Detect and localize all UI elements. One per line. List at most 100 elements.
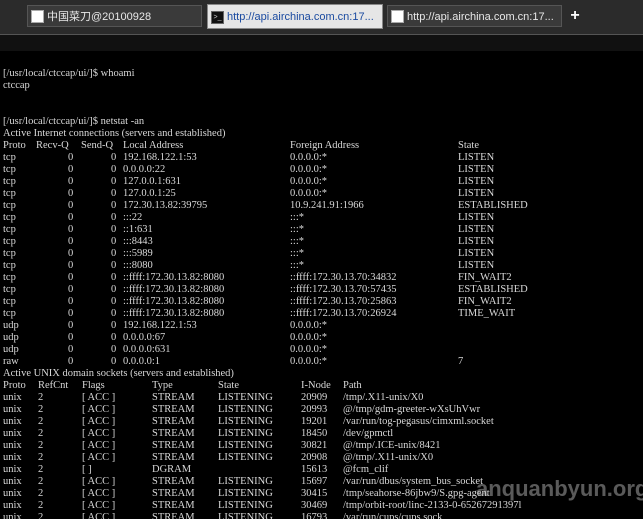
terminal-output[interactable]: [/usr/local/ctccap/ui/]$ whoami ctccap [/u… — [3, 56, 640, 519]
cell: 0 — [68, 176, 74, 187]
cell: 0 — [68, 344, 74, 355]
cell: udp — [3, 344, 19, 355]
cell: LISTENING — [218, 500, 273, 511]
cell: 0 — [68, 308, 74, 319]
cell: LISTEN — [458, 176, 495, 187]
cell: 0 — [68, 224, 74, 235]
inet-row: tcp 0 0::ffff:172.30.13.82:8080::ffff:172.… — [3, 272, 640, 284]
cell: ::ffff:172.30.13.82:8080 — [123, 296, 225, 307]
cell: unix — [3, 392, 22, 403]
cell: @fcm_clif — [343, 464, 389, 475]
cell: 0 — [68, 272, 74, 283]
cell: LISTENING — [218, 416, 273, 427]
tab-api-terminal[interactable]: >_ http://api.airchina.com.cn:17... — [207, 4, 383, 29]
cell: tcp — [3, 200, 16, 211]
cell: STREAM — [152, 416, 195, 427]
cell: 0.0.0.0:* — [290, 164, 328, 175]
tab-caidao[interactable]: 中国菜刀@20100928 — [27, 5, 202, 27]
cell: tcp — [3, 212, 16, 223]
cell: unix — [3, 416, 22, 427]
cell: LISTEN — [458, 236, 495, 247]
cell: LISTENING — [218, 404, 273, 415]
cell: 0.0.0.0:* — [290, 320, 328, 331]
tab-api-second[interactable]: http://api.airchina.com.cn:17... — [387, 5, 562, 27]
cell: 0.0.0.0:* — [290, 356, 328, 367]
cell: 0 — [111, 308, 117, 319]
cell: 192.168.122.1:53 — [123, 320, 197, 331]
inet-row: tcp 0 0 0.0.0.0:22 0.0.0.0:* LISTEN — [3, 164, 640, 176]
cell: FIN_WAIT2 — [458, 272, 512, 283]
cell: unix — [3, 404, 22, 415]
cell: LISTENING — [218, 512, 273, 519]
tab-label: http://api.airchina.com.cn:17... — [227, 11, 374, 23]
cell: 0 — [68, 296, 74, 307]
cell: /tmp/.X11-unix/X0 — [343, 392, 424, 403]
cell: LISTENING — [218, 476, 273, 487]
cell: FIN_WAIT2 — [458, 296, 512, 307]
cell: Flags — [82, 380, 105, 391]
cell: [ ACC ] — [82, 452, 116, 463]
cell: Recv-Q — [36, 140, 69, 151]
cell: 2 — [38, 452, 44, 463]
cell: 20909 — [301, 392, 328, 403]
watermark: anquanbyun.org — [476, 476, 643, 501]
cell: 0.0.0.0:22 — [123, 164, 166, 175]
cell: 20993 — [301, 404, 328, 415]
cell: udp — [3, 332, 19, 343]
cell: LISTENING — [218, 488, 273, 499]
cell: ::ffff:172.30.13.82:8080 — [123, 308, 225, 319]
cell: unix — [3, 488, 22, 499]
inet-row: udp 0 0 0.0.0.0:67 0.0.0.0:* — [3, 332, 640, 344]
whoami-output: ctccap — [3, 80, 30, 91]
cell: 2 — [38, 464, 44, 475]
cell: /var/run/cups/cups.sock — [343, 512, 443, 519]
cell: [ ACC ] — [82, 440, 116, 451]
cell: 0.0.0.0:1 — [123, 356, 161, 367]
cell: 0 — [68, 236, 74, 247]
cell: 7 — [458, 356, 464, 367]
cell: 0.0.0.0:* — [290, 188, 328, 199]
cell: LISTENING — [218, 452, 273, 463]
cell: 0 — [68, 200, 74, 211]
cell: :::* — [290, 236, 305, 247]
cell: I-Node — [301, 380, 331, 391]
cell: :::8443 — [123, 236, 153, 247]
cell: LISTENING — [218, 440, 273, 451]
inet-row: tcp 0 0:::22:::* LISTEN — [3, 212, 640, 224]
cell: tcp — [3, 272, 16, 283]
cell: tcp — [3, 188, 16, 199]
cell: 19201 — [301, 416, 328, 427]
cell: LISTENING — [218, 392, 273, 403]
cell: 0 — [111, 152, 117, 163]
cell: tcp — [3, 176, 16, 187]
cell: Type — [152, 380, 173, 391]
inet-row: tcp 0 0::ffff:172.30.13.82:8080::ffff:172.… — [3, 284, 640, 296]
cell: 192.168.122.1:53 — [123, 152, 197, 163]
cell: @/tmp/.X11-unix/X0 — [343, 452, 434, 463]
cell: unix — [3, 476, 22, 487]
cell: 0.0.0.0:* — [290, 152, 328, 163]
cell: 127.0.0.1:631 — [123, 176, 182, 187]
cell: Path — [343, 380, 362, 391]
cell: tcp — [3, 164, 16, 175]
cell: LISTEN — [458, 212, 495, 223]
cell: unix — [3, 512, 22, 519]
cell: tcp — [3, 308, 16, 319]
new-tab-button[interactable]: + — [566, 6, 584, 26]
cell: 0 — [68, 260, 74, 271]
inet-row: tcp 0 0:::8443:::* LISTEN — [3, 236, 640, 248]
cell: :::5989 — [123, 248, 153, 259]
cell: unix — [3, 464, 22, 475]
cell: ::ffff:172.30.13.70:34832 — [290, 272, 397, 283]
cell: tcp — [3, 152, 16, 163]
cell: STREAM — [152, 512, 195, 519]
cell: 0.0.0.0:* — [290, 176, 328, 187]
cell: 172.30.13.82:39795 — [123, 200, 208, 211]
cell: [ ACC ] — [82, 428, 116, 439]
cell: :::* — [290, 248, 305, 259]
cell: [ ACC ] — [82, 500, 116, 511]
cell: STREAM — [152, 428, 195, 439]
cell: 0 — [68, 212, 74, 223]
cell: [ ACC ] — [82, 488, 116, 499]
